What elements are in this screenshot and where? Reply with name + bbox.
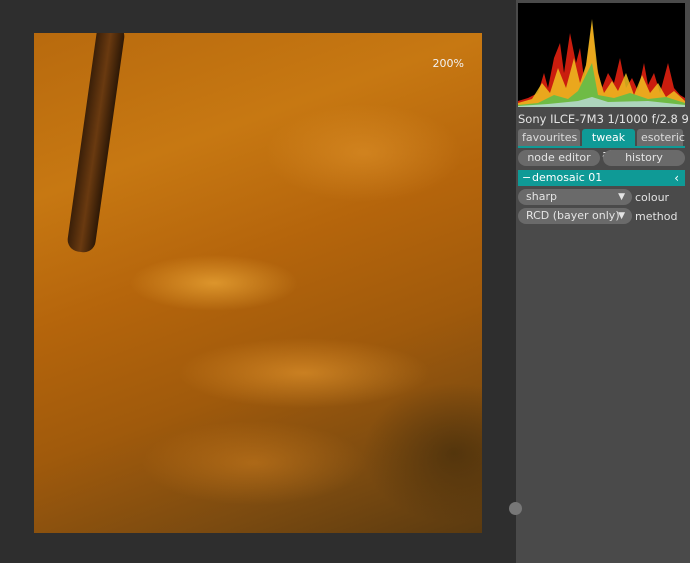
module-name: demosaic 01 [532, 171, 603, 184]
chevron-left-icon[interactable]: ‹ [674, 170, 679, 186]
camera-info: Sony ILCE-7M3 1/1000 f/2.8 91mm [518, 112, 690, 126]
method-dropdown-value: RCD (bayer only) [526, 209, 620, 222]
module-header-demosaic[interactable]: − demosaic 01 ‹ [518, 170, 685, 186]
dropdown-arrow-icon: ▼ [618, 211, 625, 221]
zoom-level-label: 200% [432, 57, 464, 70]
dropdown-arrow-icon: ▼ [618, 192, 625, 202]
collapse-icon[interactable]: − [522, 170, 531, 186]
tab-favourites[interactable]: favourites [518, 129, 580, 146]
panel-resize-handle[interactable] [509, 502, 522, 515]
module-group-tabs: favourites tweak all esoteric [518, 129, 685, 161]
histogram-graph [518, 19, 685, 107]
tab-esoteric[interactable]: esoteric [637, 129, 685, 146]
method-label: method [635, 209, 678, 223]
history-button[interactable]: history [603, 150, 685, 166]
histogram[interactable] [518, 3, 685, 107]
tab-underline [518, 146, 685, 148]
colour-label: colour [635, 190, 670, 204]
colour-dropdown-value: sharp [526, 190, 557, 203]
method-dropdown[interactable]: RCD (bayer only) ▼ [518, 208, 632, 224]
param-row-method: RCD (bayer only) ▼ method [518, 208, 677, 224]
node-editor-button[interactable]: node editor [518, 150, 600, 166]
param-row-colour: sharp ▼ colour [518, 189, 669, 205]
tab-tweak-all[interactable]: tweak all [582, 129, 635, 161]
photo-canvas[interactable]: 200% [34, 33, 482, 533]
colour-dropdown[interactable]: sharp ▼ [518, 189, 632, 205]
center-view: 200% [0, 0, 516, 563]
photo-stamen [66, 33, 126, 254]
